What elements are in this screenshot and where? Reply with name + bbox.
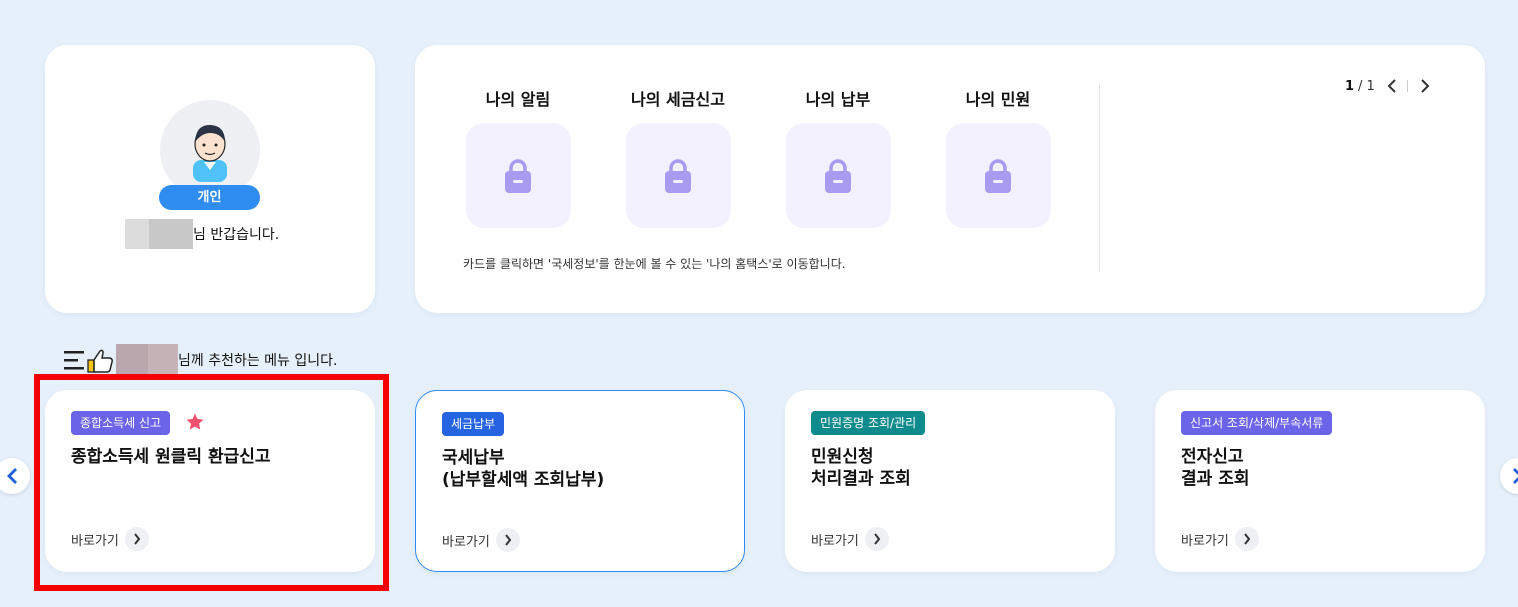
lock-icon: [985, 158, 1011, 193]
lock-icon: [665, 158, 691, 193]
recommend-heading-text: 님께 추천하는 메뉴 입니다.: [178, 353, 338, 369]
my-payment-card[interactable]: [785, 123, 891, 228]
masked-username: [116, 344, 178, 376]
my-tax-filing-title: 나의 세금신고: [631, 90, 725, 109]
chevron-left-icon: [1387, 79, 1396, 93]
category-tag: 세금납부: [442, 412, 505, 436]
card-title: 전자신고 결과 조회: [1181, 447, 1250, 489]
my-alerts-title: 나의 알림: [485, 90, 551, 109]
recommend-card-efiling-result[interactable]: 신고서 조회/삭제/부속서류 전자신고 결과 조회 바로가기: [1155, 390, 1485, 572]
go-link[interactable]: 바로가기: [71, 527, 149, 551]
pager-separator: [1406, 80, 1408, 92]
my-hometax-note: 카드를 클릭하면 '국세정보'를 한눈에 볼 수 있는 '나의 홈택스'로 이동…: [463, 257, 846, 271]
recommend-heading: 님께 추천하는 메뉴 입니다.: [62, 344, 337, 376]
go-link[interactable]: 바로가기: [811, 527, 889, 551]
my-payment-title: 나의 납부: [805, 90, 871, 109]
my-alerts-item[interactable]: 나의 알림: [453, 89, 583, 228]
lock-icon: [825, 158, 851, 193]
greeting: 님 반갑습니다.: [125, 219, 279, 249]
pager: 1 / 1: [1345, 75, 1436, 97]
pager-total: / 1: [1358, 78, 1375, 94]
thumbs-up-list-icon: [64, 349, 113, 373]
profile-card: 개인 님 반갑습니다.: [45, 45, 375, 313]
chevron-right-icon: [495, 528, 520, 552]
chevron-right-icon: [1234, 527, 1259, 551]
go-link[interactable]: 바로가기: [442, 528, 520, 552]
my-hometax-card: 나의 알림 나의 세금신고 나의 납부 나의 민원 카드를 클릭하면 '국세정보…: [415, 45, 1485, 313]
my-tax-filing-item[interactable]: 나의 세금신고: [613, 89, 743, 228]
recommend-card-tax-payment[interactable]: 세금납부 국세납부 (납부할세액 조회납부) 바로가기: [415, 390, 745, 572]
go-link-label: 바로가기: [811, 533, 859, 549]
category-tag: 신고서 조회/삭제/부속서류: [1181, 411, 1333, 435]
my-payment-item[interactable]: 나의 납부: [773, 89, 903, 228]
my-civil-item[interactable]: 나의 민원: [933, 89, 1063, 228]
favorite-star-icon[interactable]: [185, 412, 205, 432]
pager-prev-button[interactable]: [1381, 75, 1403, 97]
pager-next-button[interactable]: [1414, 75, 1436, 97]
go-link-label: 바로가기: [442, 534, 490, 550]
chevron-right-icon: [1513, 468, 1518, 484]
divider: [1099, 85, 1100, 271]
go-link-label: 바로가기: [71, 533, 119, 549]
category-tag: 종합소득세 신고: [71, 411, 171, 435]
recommend-card-income-tax-refund[interactable]: 종합소득세 신고 종합소득세 원클릭 환급신고 바로가기: [45, 390, 375, 572]
my-civil-card[interactable]: [945, 123, 1051, 228]
chevron-right-icon: [864, 527, 889, 551]
card-title: 민원신청 처리결과 조회: [811, 447, 911, 489]
chevron-right-icon: [124, 527, 149, 551]
go-link[interactable]: 바로가기: [1181, 527, 1259, 551]
card-title: 국세납부 (납부할세액 조회납부): [442, 448, 605, 490]
chevron-left-icon: [7, 468, 17, 484]
recommend-card-civil-result[interactable]: 민원증명 조회/관리 민원신청 처리결과 조회 바로가기: [785, 390, 1115, 572]
card-title: 종합소득세 원클릭 환급신고: [71, 447, 271, 467]
pager-current: 1: [1345, 78, 1355, 94]
chevron-right-icon: [1421, 79, 1430, 93]
my-civil-title: 나의 민원: [965, 90, 1031, 109]
category-tag: 민원증명 조회/관리: [811, 411, 926, 435]
carousel-next-button[interactable]: [1500, 458, 1518, 494]
carousel-prev-button[interactable]: [0, 458, 30, 494]
lock-icon: [505, 158, 531, 193]
my-tax-filing-card[interactable]: [625, 123, 731, 228]
greeting-text: 님 반갑습니다.: [193, 227, 280, 243]
user-type-badge: 개인: [159, 185, 260, 210]
my-alerts-card[interactable]: [465, 123, 571, 228]
go-link-label: 바로가기: [1181, 533, 1229, 549]
masked-username: [125, 219, 193, 249]
